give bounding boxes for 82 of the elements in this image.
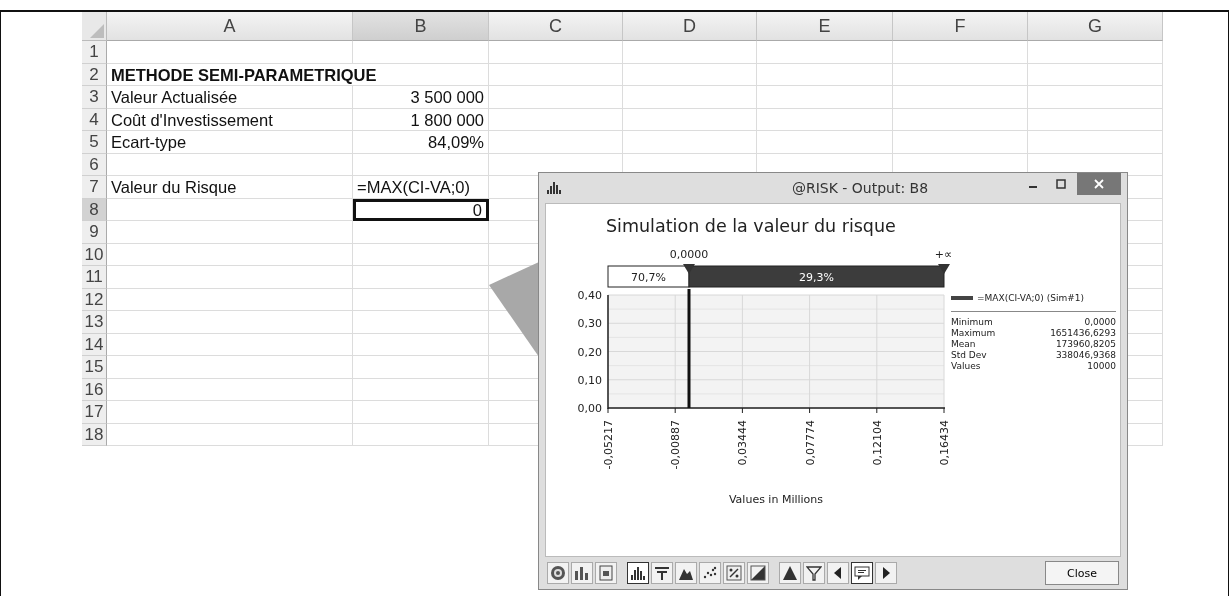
bar-chart-icon (547, 182, 561, 194)
stat-value: 338046,9368 (1054, 350, 1116, 361)
window-title: @RISK - Output: B8 (790, 180, 930, 196)
legend-label: =MAX(CI-VA;0) (Sim#1) (977, 293, 1084, 303)
table-cell: Valeur du Risque (107, 176, 353, 199)
axis-label: 0,16434 (938, 420, 951, 466)
gradient-icon[interactable] (747, 562, 769, 584)
axis-label: 0,12104 (870, 420, 884, 466)
axis-label: 0,03444 (736, 420, 750, 466)
table-cell: 84,09% (353, 131, 489, 154)
table-cell: Ecart-type (107, 131, 353, 154)
axis-label: 0,10 (577, 373, 602, 387)
funnel-icon[interactable] (803, 562, 825, 584)
bar-chart-icon[interactable] (571, 562, 593, 584)
maximize-icon[interactable] (1056, 179, 1066, 189)
histogram-icon[interactable] (627, 562, 649, 584)
filter-icon[interactable] (651, 562, 673, 584)
axis-label: 0,40 (577, 289, 602, 302)
row-header[interactable]: 6 (82, 153, 107, 176)
axis-label: -0,00887 (669, 420, 683, 470)
table-cell: Coût d'Investissement (107, 108, 353, 131)
row-header[interactable]: 5 (82, 131, 107, 154)
delimiter-handle[interactable] (938, 264, 950, 274)
column-header[interactable]: B (353, 12, 489, 41)
row-header[interactable]: 3 (82, 86, 107, 109)
table-cell: =MAX(CI-VA;0) (353, 176, 489, 199)
table-cell: 3 500 000 (353, 86, 489, 109)
column-header[interactable]: E (757, 12, 893, 41)
row-header[interactable]: 16 (82, 378, 107, 401)
row-header[interactable]: 15 (82, 356, 107, 379)
axis-label: 0,20 (577, 345, 602, 359)
comment-icon[interactable] (851, 562, 873, 584)
stat-value: 1651436,6293 (1049, 328, 1116, 339)
table-cell: Valeur Actualisée (107, 86, 353, 109)
row-header[interactable]: 9 (82, 221, 107, 244)
table-cell: METHODE SEMI-PARAMETRIQUE (107, 63, 489, 86)
row-header[interactable]: 10 (82, 243, 107, 266)
row-header[interactable]: 14 (82, 333, 107, 356)
row-header[interactable]: 18 (82, 423, 107, 446)
row-header[interactable]: 4 (82, 108, 107, 131)
close-icon (1094, 179, 1104, 189)
column-header[interactable]: A (107, 12, 353, 41)
table-cell: 1 800 000 (353, 108, 489, 131)
axis-label: 0,00 (577, 402, 602, 415)
help-icon[interactable] (547, 562, 569, 584)
column-header[interactable]: C (489, 12, 623, 41)
row-header[interactable]: 2 (82, 63, 107, 86)
column-header[interactable]: G (1028, 12, 1163, 41)
row-header[interactable]: 7 (82, 176, 107, 199)
percentage-label: 70,7% (631, 271, 666, 284)
percentage-label: 29,3% (799, 271, 834, 284)
stat-name: Std Dev (951, 350, 988, 361)
row-header[interactable]: 12 (82, 288, 107, 311)
document-icon[interactable] (595, 562, 617, 584)
column-header[interactable]: D (623, 12, 757, 41)
stat-value: 0,0000 (1083, 317, 1116, 328)
delimiter-value: 0,0000 (669, 248, 709, 261)
triangle-icon (90, 24, 104, 38)
row-header[interactable]: 11 (82, 266, 107, 289)
stat-value: 10000 (1086, 361, 1116, 372)
stat-name: Mean (951, 339, 977, 350)
close-button[interactable]: Close (1045, 561, 1119, 585)
chart-title: Simulation de la valeur du risque (606, 216, 896, 236)
stat-name: Maximum (951, 328, 996, 339)
stat-name: Minimum (951, 317, 994, 328)
area-chart-icon[interactable] (675, 562, 697, 584)
percent-icon[interactable] (723, 562, 745, 584)
scatter-icon[interactable] (699, 562, 721, 584)
row-header[interactable]: 1 (82, 41, 107, 64)
row-header[interactable]: 13 (82, 311, 107, 334)
x-axis-title: Values in Millions (728, 493, 824, 506)
table-cell: 0 (353, 198, 489, 221)
column-header[interactable]: F (893, 12, 1028, 41)
stat-name: Values (951, 361, 982, 372)
stat-value: 173960,8205 (1054, 339, 1116, 350)
delimiter-handle[interactable] (683, 264, 695, 274)
axis-label: 0,30 (577, 317, 602, 331)
axis-label: 0,07774 (803, 420, 817, 466)
row-header[interactable]: 17 (82, 401, 107, 424)
axis-label: -0,05217 (602, 420, 615, 470)
row-header[interactable]: 8 (82, 198, 107, 221)
close-button[interactable] (1077, 173, 1121, 195)
